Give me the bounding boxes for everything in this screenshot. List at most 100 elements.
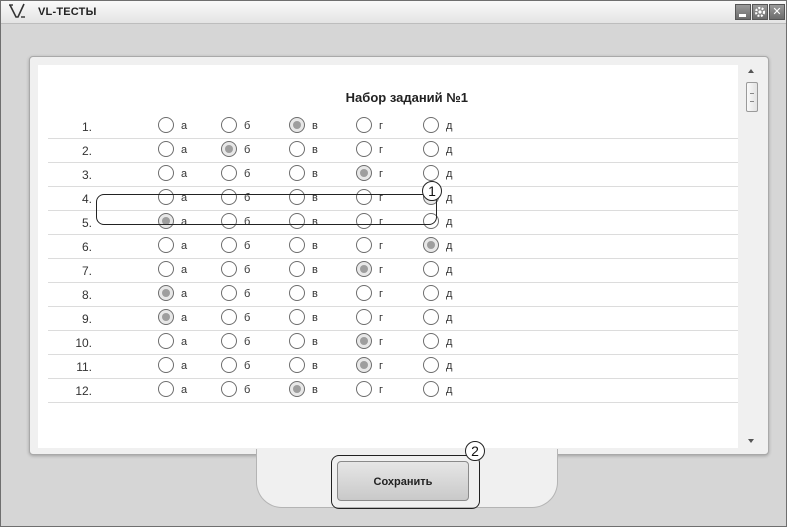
minimize-button[interactable] bbox=[735, 4, 751, 20]
radio-button[interactable] bbox=[158, 357, 174, 373]
radio-button[interactable] bbox=[158, 237, 174, 253]
radio-button[interactable] bbox=[356, 357, 372, 373]
option-label: в bbox=[312, 264, 318, 276]
option-label: в bbox=[312, 168, 318, 180]
question-number: 5. bbox=[81, 216, 92, 230]
callout-box-2 bbox=[331, 455, 480, 509]
radio-button[interactable] bbox=[158, 141, 174, 157]
answer-row: 8. а б в г д bbox=[48, 283, 738, 307]
option-label: д bbox=[446, 384, 453, 396]
radio-button[interactable] bbox=[221, 165, 237, 181]
radio-button[interactable] bbox=[221, 381, 237, 397]
radio-button[interactable] bbox=[289, 141, 305, 157]
radio-button[interactable] bbox=[289, 117, 305, 133]
radio-button[interactable] bbox=[423, 285, 439, 301]
option-label: в bbox=[312, 120, 318, 132]
radio-button[interactable] bbox=[289, 237, 305, 253]
option-label: д bbox=[446, 216, 453, 228]
option-label: в bbox=[312, 240, 318, 252]
radio-button[interactable] bbox=[221, 309, 237, 325]
option-label: а bbox=[181, 240, 188, 252]
radio-button[interactable] bbox=[356, 381, 372, 397]
radio-button[interactable] bbox=[356, 165, 372, 181]
radio-button[interactable] bbox=[356, 309, 372, 325]
radio-button[interactable] bbox=[289, 165, 305, 181]
radio-button[interactable] bbox=[158, 285, 174, 301]
option-label: г bbox=[379, 120, 384, 132]
radio-button[interactable] bbox=[158, 165, 174, 181]
radio-button[interactable] bbox=[158, 309, 174, 325]
radio-button[interactable] bbox=[423, 261, 439, 277]
option-label: д bbox=[446, 264, 453, 276]
radio-button[interactable] bbox=[158, 261, 174, 277]
radio-button[interactable] bbox=[158, 117, 174, 133]
radio-button[interactable] bbox=[221, 333, 237, 349]
questions-panel: Набор заданий №1 1. а б в г д 2. а б в г д 3. а б в г д 4.… bbox=[29, 56, 769, 455]
vertical-scrollbar[interactable] bbox=[745, 65, 761, 448]
option-label: б bbox=[244, 240, 251, 252]
page-title: Набор заданий №1 bbox=[345, 90, 468, 105]
answer-row: 9. а б в г д bbox=[48, 307, 738, 331]
option-label: д bbox=[446, 288, 453, 300]
radio-button[interactable] bbox=[158, 333, 174, 349]
option-label: г bbox=[379, 168, 384, 180]
questions-list[interactable]: Набор заданий №1 1. а б в г д 2. а б в г д 3. а б в г д 4.… bbox=[38, 65, 738, 448]
radio-button[interactable] bbox=[423, 381, 439, 397]
option-label: б bbox=[244, 144, 251, 156]
radio-button[interactable] bbox=[289, 357, 305, 373]
radio-button[interactable] bbox=[221, 237, 237, 253]
option-label: г bbox=[379, 288, 384, 300]
radio-button[interactable] bbox=[356, 141, 372, 157]
radio-button[interactable] bbox=[289, 309, 305, 325]
radio-button[interactable] bbox=[356, 117, 372, 133]
question-number: 2. bbox=[81, 144, 92, 158]
radio-button[interactable] bbox=[356, 333, 372, 349]
option-label: б bbox=[244, 168, 251, 180]
radio-button[interactable] bbox=[423, 165, 439, 181]
radio-button[interactable] bbox=[289, 333, 305, 349]
radio-button[interactable] bbox=[158, 381, 174, 397]
option-label: а bbox=[181, 312, 188, 324]
radio-button[interactable] bbox=[221, 261, 237, 277]
radio-button[interactable] bbox=[356, 285, 372, 301]
radio-button[interactable] bbox=[423, 357, 439, 373]
question-number: 6. bbox=[81, 240, 92, 254]
answer-row: 12. а б в г д bbox=[48, 379, 738, 403]
question-number: 3. bbox=[81, 168, 92, 182]
radio-button[interactable] bbox=[221, 141, 237, 157]
option-label: а bbox=[181, 336, 188, 348]
scrollbar-thumb[interactable] bbox=[746, 82, 758, 112]
radio-button[interactable] bbox=[289, 285, 305, 301]
option-label: д bbox=[446, 360, 453, 372]
radio-button[interactable] bbox=[221, 117, 237, 133]
radio-button[interactable] bbox=[221, 285, 237, 301]
radio-button[interactable] bbox=[289, 381, 305, 397]
radio-button[interactable] bbox=[221, 357, 237, 373]
option-label: в bbox=[312, 312, 318, 324]
option-label: д bbox=[446, 168, 453, 180]
radio-button[interactable] bbox=[423, 333, 439, 349]
radio-button[interactable] bbox=[356, 237, 372, 253]
question-number: 9. bbox=[81, 312, 92, 326]
option-label: а bbox=[181, 120, 188, 132]
close-button[interactable] bbox=[769, 4, 785, 20]
answer-row: 7. а б в г д bbox=[48, 259, 738, 283]
option-label: в bbox=[312, 384, 318, 396]
settings-button[interactable] bbox=[752, 4, 768, 20]
answer-row: 6. а б в г д bbox=[48, 235, 738, 259]
question-number: 1. bbox=[81, 120, 92, 134]
option-label: г bbox=[379, 360, 384, 372]
radio-button[interactable] bbox=[423, 237, 439, 253]
radio-button[interactable] bbox=[356, 261, 372, 277]
radio-button[interactable] bbox=[423, 309, 439, 325]
scroll-down-arrow-icon[interactable] bbox=[748, 439, 754, 443]
radio-button[interactable] bbox=[423, 117, 439, 133]
option-label: б bbox=[244, 288, 251, 300]
radio-button[interactable] bbox=[423, 141, 439, 157]
minimize-icon bbox=[739, 14, 746, 17]
radio-button[interactable] bbox=[289, 261, 305, 277]
option-label: б bbox=[244, 264, 251, 276]
callout-number-2: 2 bbox=[465, 441, 485, 461]
option-label: б bbox=[244, 336, 251, 348]
scroll-up-arrow-icon[interactable] bbox=[748, 69, 754, 73]
